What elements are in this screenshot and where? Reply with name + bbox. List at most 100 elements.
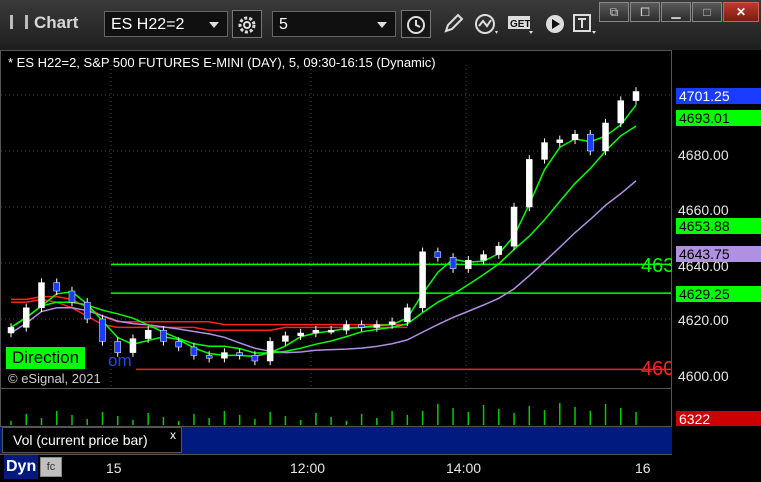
candle-body [587,133,594,152]
gear-icon [238,16,256,34]
volume-chart[interactable] [0,388,672,426]
candle-body [266,341,274,362]
candle-body [251,355,259,362]
minimize-icon: ▁ [671,5,681,19]
close-icon: ✕ [735,5,747,19]
candle-body [221,352,228,359]
time-tick: 16 [635,460,651,476]
candle-body [358,324,365,328]
candle-body [434,251,442,258]
app-title: Chart [10,13,78,33]
candle-body [632,91,640,101]
text-tool-button[interactable] [570,10,600,38]
last-price-badge: 4701.25 [676,88,761,104]
volume-canvas [10,403,637,425]
get-data-button[interactable]: GET [506,10,536,38]
link-icon: ⧉ [609,5,619,19]
candle-body [388,321,396,325]
candle-body [404,307,411,323]
candle-body [38,282,45,309]
maximize-button[interactable]: □ [692,2,722,22]
candle-body [495,245,503,255]
symbol-value: ES H22=2 [111,16,185,33]
volume-axis-filler [672,426,761,454]
candle-body [449,257,457,269]
candle-body [541,142,548,160]
candle-body [556,139,564,143]
candle-body [419,251,426,309]
candle-body [144,329,152,339]
candle-body [480,254,487,261]
candle-body [297,332,304,337]
candle-body [343,324,350,331]
red-level-label: 460 [641,358,675,380]
get-icon: GET [508,16,533,34]
play-icon [546,15,564,33]
candle-body [7,327,15,334]
chart-caption: * ES H22=2, S&P 500 FUTURES E-MINI (DAY)… [8,55,436,70]
direction-label-tail: om [108,351,132,370]
ma-mid-badge: 4653.88 [676,218,761,234]
direction-label: Direction [6,347,86,369]
ma-fast-badge: 4693.01 [676,110,761,126]
time-tick: 14:00 [446,460,482,476]
candle-body [571,133,579,141]
price-tick: 4620.00 [678,312,729,328]
candle-body [205,355,213,359]
candle-body [160,329,167,342]
time-button[interactable] [401,10,431,38]
candle-body [53,282,60,292]
candle-body [22,307,30,328]
app-title-text: Chart [34,13,79,32]
chart-app-icon [10,15,28,29]
candle-body [190,346,198,356]
dynamic-mode-icon[interactable]: fc [40,457,62,477]
candle-body [83,301,91,320]
green-level-badge: 4629.25 [676,286,761,302]
price-tick: 4680.00 [678,147,729,163]
candle-body [236,352,243,356]
copyright-label: © eSignal, 2021 [8,371,101,386]
volume-panel-close-button[interactable]: x [170,428,176,442]
clock-icon [407,16,425,34]
close-button[interactable]: ✕ [723,2,759,22]
ma-slow-badge: 4643.75 [676,246,761,262]
candle-body [510,206,518,247]
price-tick: 4660.00 [678,202,729,218]
volume-badge: 6322 [676,411,761,427]
chevron-down-icon [377,22,387,28]
candle-body [602,122,609,152]
candle-body [465,259,472,269]
chart-line-icon [475,14,498,34]
candle-body [282,335,289,342]
pencil-icon [444,13,464,33]
time-tick: 12:00 [290,460,326,476]
candle-body [312,329,320,334]
studies-button[interactable] [472,10,502,38]
candle-body [526,159,533,208]
candle-body [68,290,76,303]
symbol-combo[interactable]: ES H22=2 [104,11,228,37]
dynamic-mode-label[interactable]: Dyn [4,455,39,479]
restore-icon: ⧠ [640,5,650,19]
time-tick: 15 [106,460,122,476]
candle-body [617,100,625,124]
price-chart-canvas[interactable] [1,50,671,388]
interval-combo[interactable]: 5 [272,11,396,37]
candle-body [99,318,106,342]
link-window-button[interactable]: ⧉ [599,2,629,22]
svg-text:GET: GET [510,19,531,30]
minimize-button[interactable]: ▁ [661,2,691,22]
restore-window-button[interactable]: ⧠ [630,2,660,22]
play-button[interactable] [540,10,570,38]
settings-button[interactable] [232,10,262,38]
volume-panel-label: Vol (current price bar) [2,427,182,453]
candle-body [327,329,335,333]
candle-body [175,341,182,348]
candle-body [373,324,381,328]
maximize-icon: □ [703,5,711,19]
draw-tool-button[interactable] [438,10,468,38]
price-chart[interactable] [0,50,672,388]
time-axis[interactable] [0,454,672,482]
chevron-down-icon [209,22,219,28]
